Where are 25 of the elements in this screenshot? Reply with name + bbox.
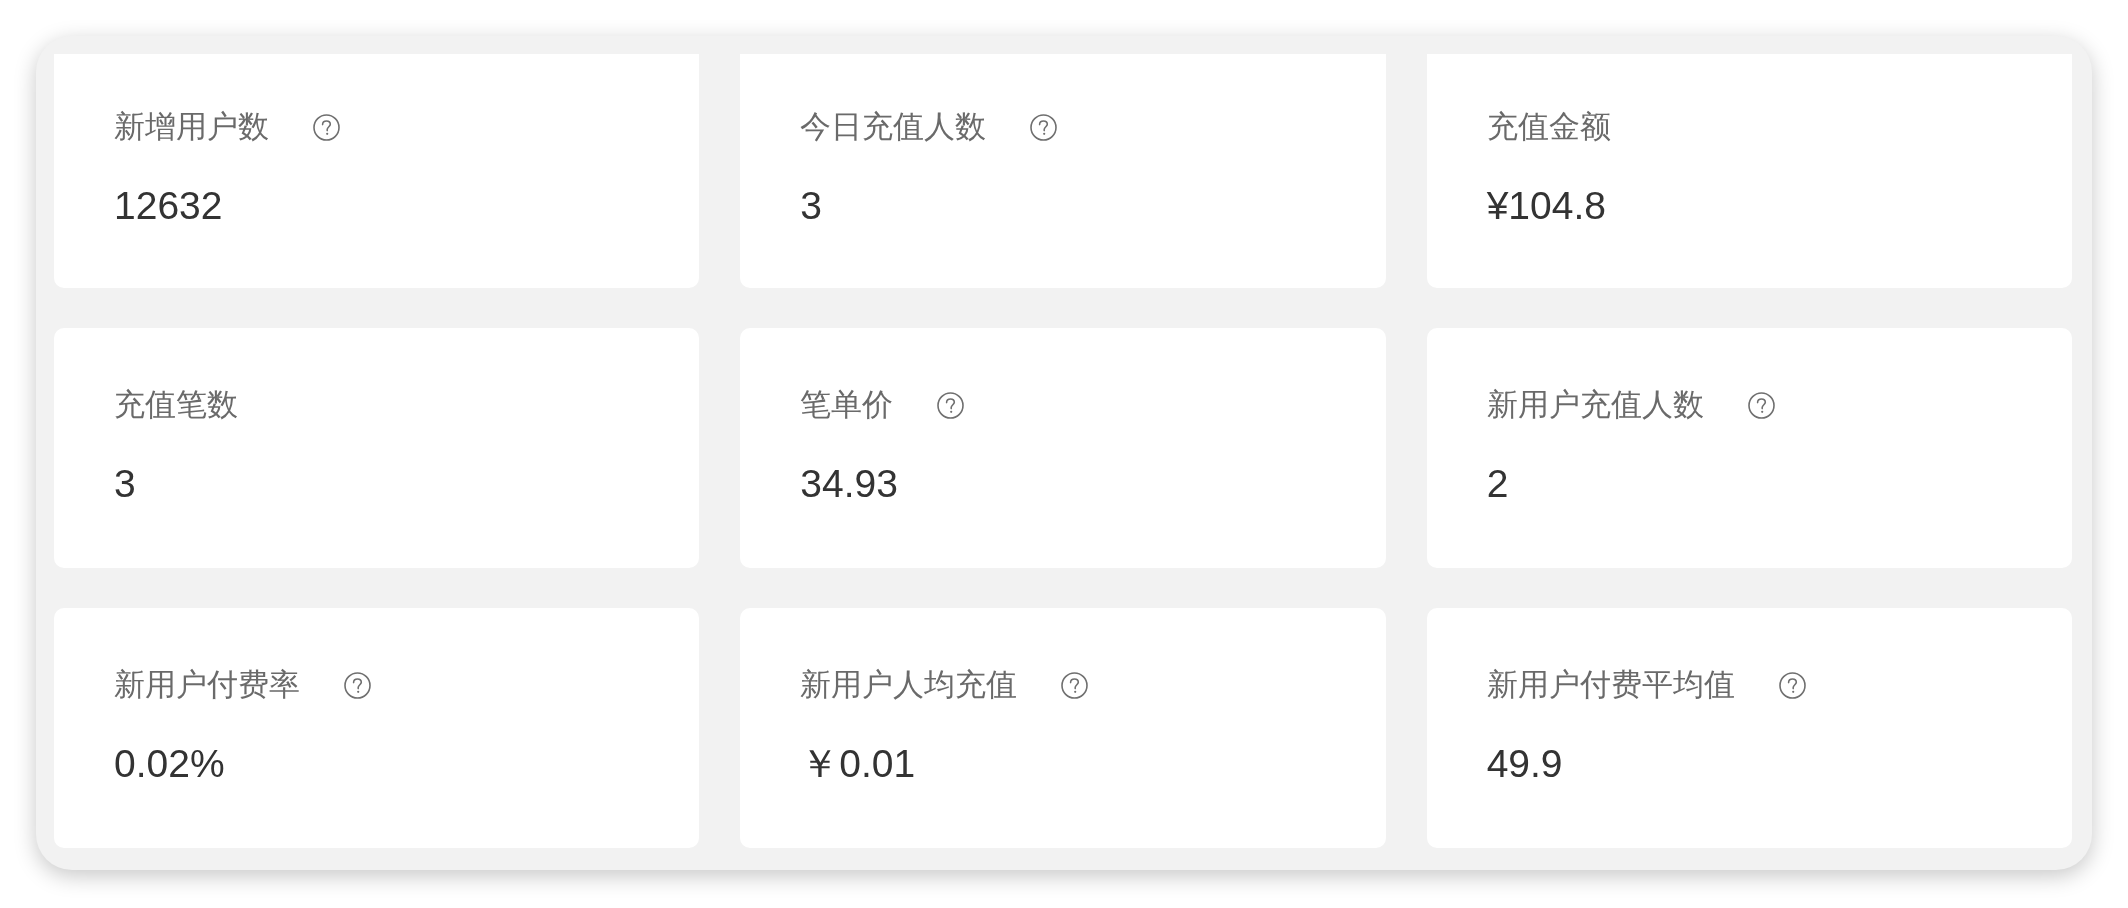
stat-value: 3 [800, 183, 823, 229]
help-icon[interactable] [313, 113, 340, 141]
stat-label: 笔单价 [800, 386, 894, 424]
help-icon[interactable] [1778, 671, 1806, 699]
help-icon[interactable] [937, 391, 965, 419]
help-icon[interactable] [344, 671, 371, 699]
stat-label: 新增用户数 [114, 108, 269, 146]
stat-label: 新用户人均充值 [800, 666, 1018, 704]
help-icon[interactable] [1747, 391, 1775, 419]
stat-label: 充值金额 [1486, 108, 1611, 146]
stat-label: 新用户付费平均值 [1486, 666, 1735, 704]
stat-value: 12632 [114, 183, 223, 229]
stat-label: 今日充值人数 [800, 108, 987, 146]
stat-value: ¥104.8 [1486, 183, 1606, 229]
stat-value: 0.02% [114, 741, 225, 787]
stat-value: ￥0.01 [800, 741, 916, 787]
stat-value: 34.93 [800, 461, 898, 507]
stat-value: 49.9 [1486, 741, 1563, 787]
stat-label: 新用户充值人数 [1486, 386, 1704, 424]
stat-value: 2 [1486, 461, 1509, 507]
help-icon[interactable] [1061, 671, 1089, 699]
stat-label: 新用户付费率 [114, 666, 300, 704]
help-icon[interactable] [1030, 113, 1058, 141]
stat-label: 充值笔数 [114, 386, 238, 424]
stat-value: 3 [114, 461, 136, 507]
